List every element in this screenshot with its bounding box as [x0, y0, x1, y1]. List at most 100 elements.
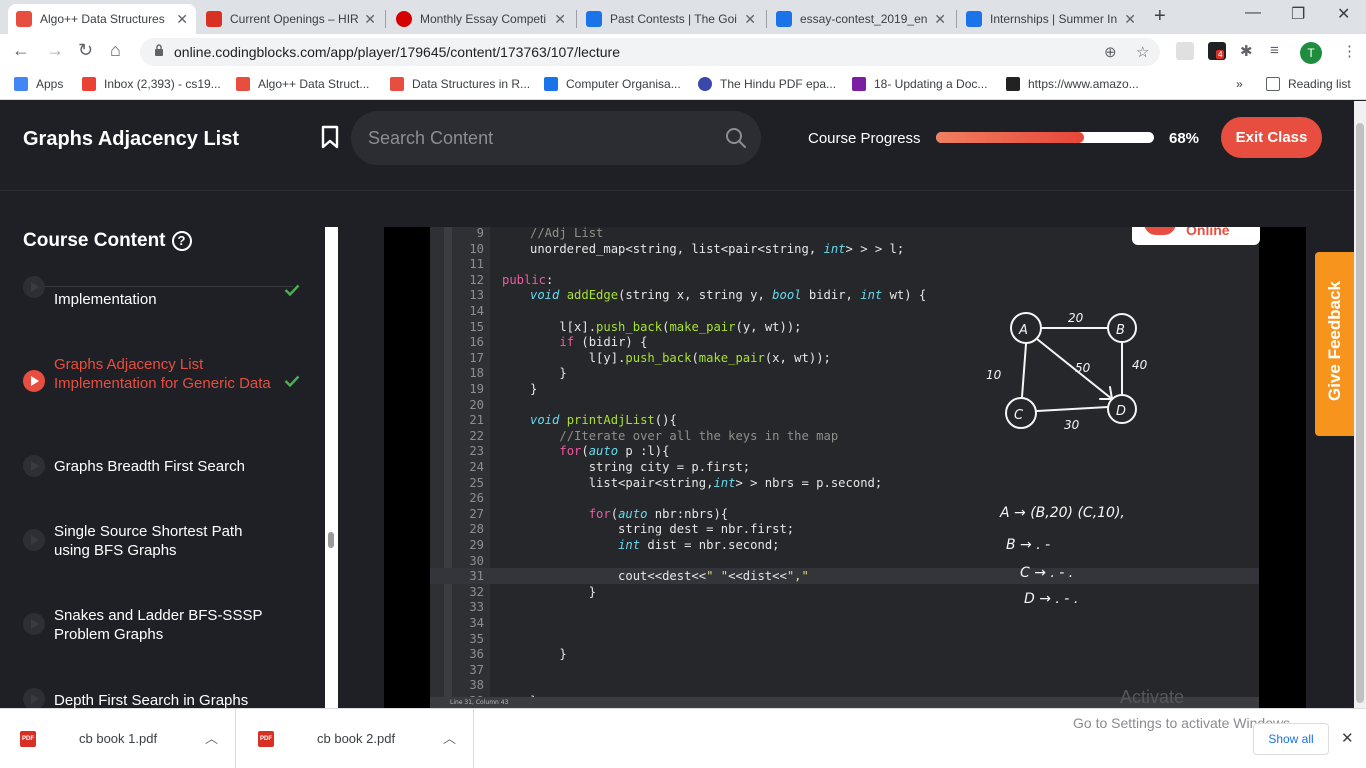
reading-list[interactable]: Reading list	[1266, 77, 1351, 91]
pdf-file-icon: PDF	[258, 731, 274, 747]
line-number: 30	[469, 553, 484, 568]
close-tab-icon[interactable]: ✕	[554, 11, 566, 28]
chevron-up-icon[interactable]: ︿	[205, 728, 218, 747]
close-tab-icon[interactable]: ✕	[364, 11, 376, 28]
media-controls-icon[interactable]: ≡	[1270, 42, 1279, 59]
close-tab-icon[interactable]: ✕	[1124, 11, 1136, 28]
browser-tab-strip: Algo++ Data Structures ✕ Current Opening…	[0, 0, 1366, 34]
line-number: 13	[469, 288, 484, 303]
list-item[interactable]: Graphs Breadth First Search	[0, 451, 325, 491]
search-input[interactable]	[368, 125, 708, 151]
home-icon[interactable]: ⌂	[110, 40, 121, 61]
list-item[interactable]: Single Source Shortest Path using BFS Gr…	[0, 516, 325, 566]
new-tab-icon[interactable]: +	[1154, 5, 1166, 28]
line-number: 27	[469, 506, 484, 521]
menu-kebab-icon[interactable]: ⋮	[1342, 42, 1357, 60]
reload-icon[interactable]: ↻	[78, 40, 93, 61]
tab-algo-data-structures[interactable]: Algo++ Data Structures ✕	[8, 4, 196, 34]
back-icon[interactable]: ←	[12, 40, 30, 61]
sidebar-scroll-thumb[interactable]	[328, 532, 334, 548]
forward-icon[interactable]: →	[46, 40, 64, 61]
bookmark-label: Data Structures in R...	[412, 77, 531, 91]
play-circle-icon	[23, 370, 45, 392]
bookmark-label: Computer Organisa...	[566, 77, 681, 91]
line-number: 34	[469, 616, 484, 630]
adjacency-line-a: A → (B,20) (C,10),	[999, 505, 1125, 521]
reading-list-icon	[1266, 77, 1280, 91]
tab-title: Internships | Summer In	[990, 12, 1118, 26]
download-item[interactable]: PDF cb book 2.pdf ︿	[238, 709, 474, 768]
sidebar-scrollbar[interactable]	[325, 227, 338, 708]
line-number: 22	[469, 428, 484, 443]
extension-badge-icon[interactable]: 4	[1208, 42, 1226, 60]
bookmark-computer-org[interactable]: Computer Organisa...	[544, 77, 681, 91]
page-scrollbar[interactable]	[1354, 101, 1366, 708]
code-text: }	[530, 382, 538, 396]
url-text[interactable]: online.codingblocks.com/app/player/17964…	[174, 44, 620, 60]
reading-list-label: Reading list	[1288, 77, 1351, 91]
code-text: cout<<dest<<" "<<dist<<","	[530, 569, 809, 584]
download-item[interactable]: PDF cb book 1.pdf ︿	[0, 709, 236, 768]
help-icon[interactable]: ?	[171, 231, 192, 251]
puzzle-extensions-icon[interactable]: ✱	[1240, 42, 1253, 60]
close-tab-icon[interactable]: ✕	[744, 11, 756, 28]
list-item-label: Snakes and Ladder BFS-SSSP Problem Graph…	[54, 607, 263, 643]
bookmark-algo[interactable]: Algo++ Data Struct...	[236, 77, 369, 91]
restore-icon[interactable]: ❐	[1291, 4, 1305, 24]
minimize-icon[interactable]: —	[1245, 4, 1261, 22]
bookmark-inbox[interactable]: Inbox (2,393) - cs19...	[82, 77, 221, 91]
bookmark-star-icon[interactable]: ☆	[1136, 43, 1149, 61]
code-text: int dist = nbr.second;	[618, 538, 780, 552]
close-tab-icon[interactable]: ✕	[176, 11, 188, 28]
graph-sketch: A B C D 20 50 10 40 30 A → (B,20) (C,10)…	[986, 311, 1148, 607]
code-text: }	[530, 584, 597, 599]
weight-ab-label: 20	[1068, 311, 1084, 325]
line-number: 17	[469, 350, 484, 365]
tab-monthly-essay[interactable]: Monthly Essay Competi ✕	[388, 4, 574, 34]
zoom-icon[interactable]: ⊕	[1104, 43, 1117, 61]
code-text: }	[530, 647, 567, 662]
tab-internships[interactable]: Internships | Summer In ✕	[958, 4, 1144, 34]
extension-icon[interactable]	[1176, 42, 1194, 60]
list-item[interactable]: Snakes and Ladder BFS-SSSP Problem Graph…	[0, 600, 325, 650]
video-frame[interactable]: 9 //Adj List 10 unordered_map<string, list<…	[384, 227, 1306, 708]
exit-class-button[interactable]: Exit Class	[1221, 117, 1322, 158]
line-number: 36	[469, 647, 484, 662]
tab-essay-contest-pdf[interactable]: essay-contest_2019_en ✕	[768, 4, 954, 34]
bookmark-apps[interactable]: Apps	[14, 77, 63, 91]
bookmark-data-structures[interactable]: Data Structures in R...	[390, 77, 530, 91]
bookmark-updating-doc[interactable]: 18- Updating a Doc...	[852, 77, 987, 91]
video-player[interactable]: 9 //Adj List 10 unordered_map<string, list<…	[338, 192, 1365, 708]
tab-title: Current Openings – HIR	[230, 12, 359, 26]
coding-blocks-icon	[236, 77, 250, 91]
bookmark-icon[interactable]	[321, 125, 339, 149]
tab-past-contests[interactable]: Past Contests | The Goi ✕	[578, 4, 764, 34]
give-feedback-button[interactable]: Give Feedback	[1315, 252, 1355, 436]
bookmark-hindu-pdf[interactable]: The Hindu PDF epa...	[698, 77, 836, 91]
profile-avatar[interactable]: T	[1300, 42, 1322, 64]
search-icon[interactable]	[725, 127, 747, 149]
course-progress-label: Course Progress	[808, 130, 921, 147]
course-progress-percent: 68%	[1169, 130, 1200, 147]
omnibox[interactable]: online.codingblocks.com/app/player/17964…	[140, 38, 1160, 66]
close-downloads-icon[interactable]: ✕	[1341, 729, 1354, 747]
list-item-active[interactable]: Graphs Adjacency List Implementation for…	[0, 348, 325, 408]
coding-blocks-online-logo: Online	[1132, 227, 1260, 245]
list-item[interactable]: Depth First Search in Graphs	[0, 684, 325, 708]
show-all-downloads-button[interactable]: Show all	[1253, 723, 1329, 755]
address-bar-row: ← → ↻ ⌂ online.codingblocks.com/app/play…	[0, 34, 1366, 70]
code-editor-video: 9 //Adj List 10 unordered_map<string, list<…	[430, 227, 1260, 708]
bookmarks-overflow[interactable]: »	[1236, 77, 1243, 91]
page-scroll-thumb[interactable]	[1356, 123, 1364, 703]
bookmark-amazon[interactable]: https://www.amazo...	[1006, 77, 1139, 91]
course-list: Implementation Graphs Adjacency List Imp…	[0, 276, 325, 708]
code-text: void printAdjList(){	[530, 413, 677, 428]
list-item[interactable]: Implementation	[0, 276, 325, 316]
close-tab-icon[interactable]: ✕	[934, 11, 946, 28]
tab-current-openings[interactable]: Current Openings – HIR ✕	[198, 4, 384, 34]
course-progress-bar	[936, 132, 1154, 143]
chevron-up-icon[interactable]: ︿	[443, 728, 456, 747]
adjacency-line-b: B → . -	[1006, 537, 1050, 553]
code-line: 12 public:	[430, 272, 1259, 288]
close-window-icon[interactable]: ✕	[1337, 4, 1350, 24]
